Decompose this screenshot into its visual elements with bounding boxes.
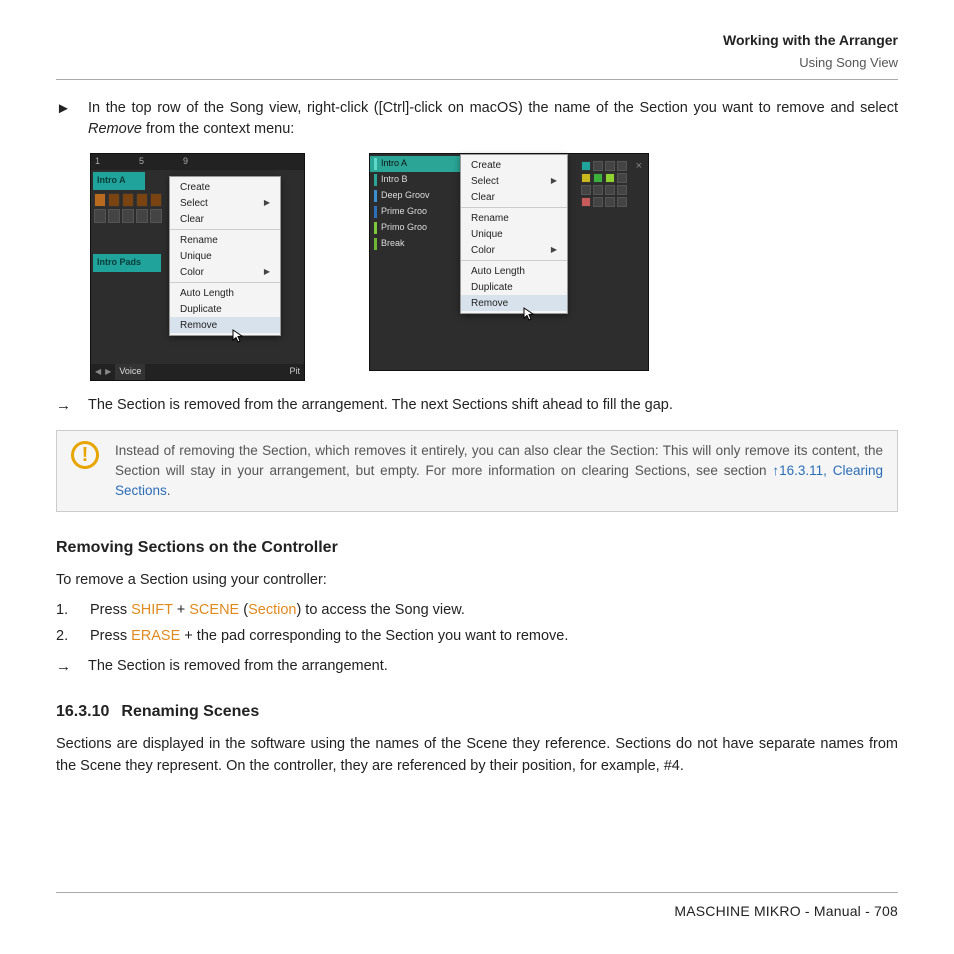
cursor-icon <box>232 329 244 343</box>
intro-text: To remove a Section using your controlle… <box>56 570 898 592</box>
menu-item-create[interactable]: Create <box>170 179 280 195</box>
cursor-icon <box>523 307 535 321</box>
numbered-steps: 1. Press SHIFT + SCENE (Section) to acce… <box>56 600 898 648</box>
heading-removing-controller: Removing Sections on the Controller <box>56 536 898 560</box>
heading-renaming-scenes: 16.3.10Renaming Scenes <box>56 700 898 724</box>
pad-grid <box>580 160 628 208</box>
nav-left-icon[interactable]: ◀ <box>95 366 101 378</box>
page-footer: MASCHINE MIKRO - Manual - 708 <box>56 872 898 922</box>
context-menu[interactable]: Create Select▶ Clear Rename Unique Color… <box>169 176 281 336</box>
menu-item-select[interactable]: Select▶ <box>461 173 567 189</box>
menu-item-unique[interactable]: Unique <box>461 226 567 242</box>
step-text: In the top row of the Song view, right-c… <box>88 98 898 142</box>
header-subtitle: Using Song View <box>56 53 898 73</box>
menu-item-duplicate[interactable]: Duplicate <box>170 301 280 317</box>
ruler: 1 5 9 <box>91 154 304 170</box>
menu-item-autolength[interactable]: Auto Length <box>461 263 567 279</box>
voice-label[interactable]: Voice <box>115 364 145 380</box>
header-rule <box>56 79 898 80</box>
menu-item-create[interactable]: Create <box>461 157 567 173</box>
submenu-arrow-icon: ▶ <box>264 266 270 278</box>
screenshots-row: 1 5 9 Intro A Intro Pads ◀ ▶ Voice Pit C… <box>90 153 898 381</box>
menu-item-color[interactable]: Color▶ <box>461 242 567 258</box>
menu-item-rename[interactable]: Rename <box>170 232 280 248</box>
section-label-intro-pads[interactable]: Intro Pads <box>93 256 141 270</box>
menu-item-autolength[interactable]: Auto Length <box>170 285 280 301</box>
menu-item-unique[interactable]: Unique <box>170 248 280 264</box>
scene-row[interactable]: Prime Groo <box>370 204 460 220</box>
instruction-step: ► In the top row of the Song view, right… <box>56 98 898 142</box>
menu-item-remove[interactable]: Remove <box>461 295 567 311</box>
key-erase: ERASE <box>131 628 180 644</box>
scene-row[interactable]: Deep Groov <box>370 188 460 204</box>
screenshot-scenelist: × Intro A Intro B Deep Groov Prime Groo … <box>369 153 649 371</box>
scene-row[interactable]: Break <box>370 236 460 252</box>
step-1: 1. Press SHIFT + SCENE (Section) to acce… <box>56 600 898 622</box>
submenu-arrow-icon: ▶ <box>551 244 557 256</box>
scene-row[interactable]: Intro B <box>370 172 460 188</box>
key-scene: SCENE <box>189 602 239 618</box>
key-shift: SHIFT <box>131 602 173 618</box>
scene-row[interactable]: Intro A <box>370 156 460 172</box>
menu-item-clear[interactable]: Clear <box>461 189 567 205</box>
bottom-bar: ◀ ▶ Voice Pit <box>91 364 304 380</box>
scene-row[interactable]: Primo Groo <box>370 220 460 236</box>
result-text: The Section is removed from the arrangem… <box>88 395 898 418</box>
play-icon[interactable]: ▶ <box>105 366 111 378</box>
key-section: Section <box>248 602 296 618</box>
result-block: → The Section is removed from the arrang… <box>56 395 898 418</box>
menu-item-duplicate[interactable]: Duplicate <box>461 279 567 295</box>
info-note: ! Instead of removing the Section, which… <box>56 430 898 513</box>
result-block-2: → The Section is removed from the arrang… <box>56 656 898 679</box>
arrow-icon: → <box>56 656 88 679</box>
menu-item-rename[interactable]: Rename <box>461 210 567 226</box>
arrow-icon: → <box>56 395 88 418</box>
scene-list: Intro A Intro B Deep Groov Prime Groo Pr… <box>370 154 460 254</box>
info-icon: ! <box>71 441 99 469</box>
screenshot-arranger: 1 5 9 Intro A Intro Pads ◀ ▶ Voice Pit C… <box>90 153 305 381</box>
step-2: 2. Press ERASE + the pad corresponding t… <box>56 626 898 648</box>
note-text: Instead of removing the Section, which r… <box>115 441 883 502</box>
result-text-2: The Section is removed from the arrangem… <box>88 656 898 679</box>
context-menu[interactable]: Create Select▶ Clear Rename Unique Color… <box>460 154 568 314</box>
menu-item-color[interactable]: Color▶ <box>170 264 280 280</box>
header-title: Working with the Arranger <box>56 30 898 51</box>
step-bullet-icon: ► <box>56 98 88 142</box>
renaming-paragraph: Sections are displayed in the software u… <box>56 734 898 778</box>
submenu-arrow-icon: ▶ <box>264 197 270 209</box>
menu-item-clear[interactable]: Clear <box>170 211 280 227</box>
page-header: Working with the Arranger Using Song Vie… <box>56 30 898 73</box>
menu-item-remove[interactable]: Remove <box>170 317 280 333</box>
menu-item-select[interactable]: Select▶ <box>170 195 280 211</box>
submenu-arrow-icon: ▶ <box>551 175 557 187</box>
section-label-intro-a[interactable]: Intro A <box>93 174 126 188</box>
